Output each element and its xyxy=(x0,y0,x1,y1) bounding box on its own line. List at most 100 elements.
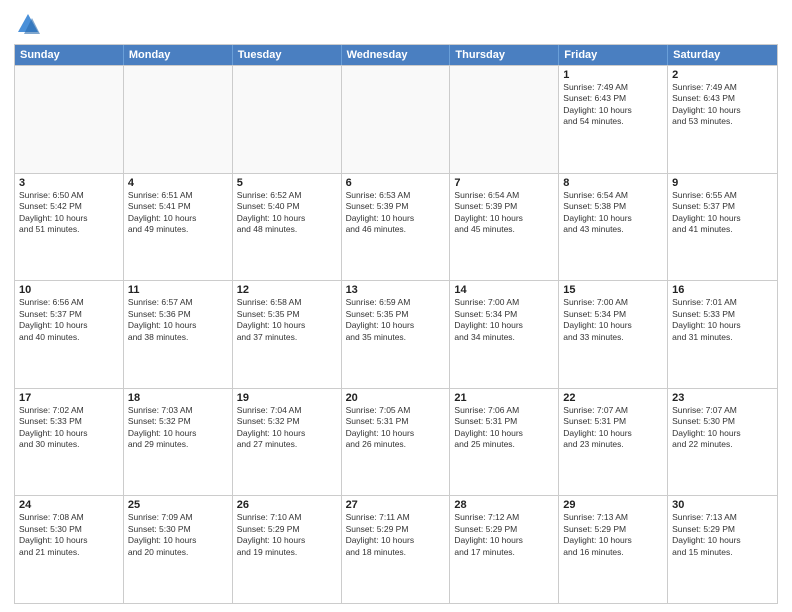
weekday-header: Monday xyxy=(124,45,233,65)
day-info: Sunrise: 6:56 AM Sunset: 5:37 PM Dayligh… xyxy=(19,297,119,343)
day-number: 10 xyxy=(19,284,119,296)
calendar-row: 1 Sunrise: 7:49 AM Sunset: 6:43 PM Daylig… xyxy=(15,65,777,173)
day-info: Sunrise: 7:00 AM Sunset: 5:34 PM Dayligh… xyxy=(454,297,554,343)
calendar-cell: 13Sunrise: 6:59 AM Sunset: 5:35 PM Dayli… xyxy=(342,281,451,388)
day-info: Sunrise: 7:02 AM Sunset: 5:33 PM Dayligh… xyxy=(19,405,119,451)
day-info: Sunrise: 7:13 AM Sunset: 5:29 PM Dayligh… xyxy=(672,512,773,558)
calendar-row: 3Sunrise: 6:50 AM Sunset: 5:42 PM Daylig… xyxy=(15,173,777,281)
day-number: 24 xyxy=(19,499,119,511)
calendar-cell: 28Sunrise: 7:12 AM Sunset: 5:29 PM Dayli… xyxy=(450,496,559,603)
day-number: 30 xyxy=(672,499,773,511)
day-number: 1 xyxy=(563,69,663,81)
page: SundayMondayTuesdayWednesdayThursdayFrid… xyxy=(0,0,792,612)
day-number: 26 xyxy=(237,499,337,511)
header xyxy=(14,10,778,38)
calendar-cell: 1Sunrise: 7:49 AM Sunset: 6:43 PM Daylig… xyxy=(559,66,668,173)
day-number: 8 xyxy=(563,177,663,189)
day-number: 19 xyxy=(237,392,337,404)
calendar-cell: 26Sunrise: 7:10 AM Sunset: 5:29 PM Dayli… xyxy=(233,496,342,603)
day-number: 21 xyxy=(454,392,554,404)
day-number: 12 xyxy=(237,284,337,296)
calendar-cell xyxy=(342,66,451,173)
calendar-row: 24Sunrise: 7:08 AM Sunset: 5:30 PM Dayli… xyxy=(15,495,777,603)
day-number: 7 xyxy=(454,177,554,189)
calendar-cell xyxy=(450,66,559,173)
day-info: Sunrise: 6:54 AM Sunset: 5:39 PM Dayligh… xyxy=(454,190,554,236)
calendar-cell: 9Sunrise: 6:55 AM Sunset: 5:37 PM Daylig… xyxy=(668,174,777,281)
calendar-cell: 27Sunrise: 7:11 AM Sunset: 5:29 PM Dayli… xyxy=(342,496,451,603)
calendar-cell: 21Sunrise: 7:06 AM Sunset: 5:31 PM Dayli… xyxy=(450,389,559,496)
day-number: 28 xyxy=(454,499,554,511)
weekday-header: Saturday xyxy=(668,45,777,65)
day-info: Sunrise: 7:09 AM Sunset: 5:30 PM Dayligh… xyxy=(128,512,228,558)
calendar-cell: 12Sunrise: 6:58 AM Sunset: 5:35 PM Dayli… xyxy=(233,281,342,388)
day-info: Sunrise: 6:57 AM Sunset: 5:36 PM Dayligh… xyxy=(128,297,228,343)
logo xyxy=(14,10,46,38)
calendar-cell: 11Sunrise: 6:57 AM Sunset: 5:36 PM Dayli… xyxy=(124,281,233,388)
day-info: Sunrise: 6:52 AM Sunset: 5:40 PM Dayligh… xyxy=(237,190,337,236)
weekday-header: Friday xyxy=(559,45,668,65)
calendar-cell: 24Sunrise: 7:08 AM Sunset: 5:30 PM Dayli… xyxy=(15,496,124,603)
calendar-cell: 19Sunrise: 7:04 AM Sunset: 5:32 PM Dayli… xyxy=(233,389,342,496)
day-number: 3 xyxy=(19,177,119,189)
logo-icon xyxy=(14,10,42,38)
weekday-header: Thursday xyxy=(450,45,559,65)
day-info: Sunrise: 7:01 AM Sunset: 5:33 PM Dayligh… xyxy=(672,297,773,343)
day-number: 25 xyxy=(128,499,228,511)
day-info: Sunrise: 6:53 AM Sunset: 5:39 PM Dayligh… xyxy=(346,190,446,236)
day-number: 27 xyxy=(346,499,446,511)
calendar-row: 10Sunrise: 6:56 AM Sunset: 5:37 PM Dayli… xyxy=(15,280,777,388)
day-info: Sunrise: 7:13 AM Sunset: 5:29 PM Dayligh… xyxy=(563,512,663,558)
day-number: 17 xyxy=(19,392,119,404)
weekday-header: Sunday xyxy=(15,45,124,65)
day-number: 9 xyxy=(672,177,773,189)
day-info: Sunrise: 7:11 AM Sunset: 5:29 PM Dayligh… xyxy=(346,512,446,558)
weekday-header: Tuesday xyxy=(233,45,342,65)
calendar-cell: 6Sunrise: 6:53 AM Sunset: 5:39 PM Daylig… xyxy=(342,174,451,281)
calendar-cell: 8Sunrise: 6:54 AM Sunset: 5:38 PM Daylig… xyxy=(559,174,668,281)
calendar-cell xyxy=(124,66,233,173)
day-info: Sunrise: 7:03 AM Sunset: 5:32 PM Dayligh… xyxy=(128,405,228,451)
calendar-cell xyxy=(233,66,342,173)
day-info: Sunrise: 7:07 AM Sunset: 5:30 PM Dayligh… xyxy=(672,405,773,451)
calendar-cell: 23Sunrise: 7:07 AM Sunset: 5:30 PM Dayli… xyxy=(668,389,777,496)
day-info: Sunrise: 6:54 AM Sunset: 5:38 PM Dayligh… xyxy=(563,190,663,236)
day-number: 16 xyxy=(672,284,773,296)
calendar-row: 17Sunrise: 7:02 AM Sunset: 5:33 PM Dayli… xyxy=(15,388,777,496)
day-info: Sunrise: 6:51 AM Sunset: 5:41 PM Dayligh… xyxy=(128,190,228,236)
weekday-header: Wednesday xyxy=(342,45,451,65)
calendar-cell: 10Sunrise: 6:56 AM Sunset: 5:37 PM Dayli… xyxy=(15,281,124,388)
calendar-cell: 20Sunrise: 7:05 AM Sunset: 5:31 PM Dayli… xyxy=(342,389,451,496)
day-info: Sunrise: 7:12 AM Sunset: 5:29 PM Dayligh… xyxy=(454,512,554,558)
calendar-cell: 3Sunrise: 6:50 AM Sunset: 5:42 PM Daylig… xyxy=(15,174,124,281)
calendar-cell: 25Sunrise: 7:09 AM Sunset: 5:30 PM Dayli… xyxy=(124,496,233,603)
day-info: Sunrise: 7:04 AM Sunset: 5:32 PM Dayligh… xyxy=(237,405,337,451)
calendar-cell: 22Sunrise: 7:07 AM Sunset: 5:31 PM Dayli… xyxy=(559,389,668,496)
day-number: 29 xyxy=(563,499,663,511)
day-number: 18 xyxy=(128,392,228,404)
day-info: Sunrise: 7:49 AM Sunset: 6:43 PM Dayligh… xyxy=(672,82,773,128)
day-number: 11 xyxy=(128,284,228,296)
calendar-body: 1 Sunrise: 7:49 AM Sunset: 6:43 PM Daylig… xyxy=(15,65,777,603)
calendar-cell: 30Sunrise: 7:13 AM Sunset: 5:29 PM Dayli… xyxy=(668,496,777,603)
calendar-cell: 7Sunrise: 6:54 AM Sunset: 5:39 PM Daylig… xyxy=(450,174,559,281)
day-number: 4 xyxy=(128,177,228,189)
day-info: Sunrise: 6:59 AM Sunset: 5:35 PM Dayligh… xyxy=(346,297,446,343)
day-number: 15 xyxy=(563,284,663,296)
calendar-cell: 29Sunrise: 7:13 AM Sunset: 5:29 PM Dayli… xyxy=(559,496,668,603)
day-info: Sunrise: 7:05 AM Sunset: 5:31 PM Dayligh… xyxy=(346,405,446,451)
day-number: 13 xyxy=(346,284,446,296)
day-number: 2 xyxy=(672,69,773,81)
calendar-header: SundayMondayTuesdayWednesdayThursdayFrid… xyxy=(15,45,777,65)
calendar-cell: 14Sunrise: 7:00 AM Sunset: 5:34 PM Dayli… xyxy=(450,281,559,388)
day-info: Sunrise: 7:07 AM Sunset: 5:31 PM Dayligh… xyxy=(563,405,663,451)
day-info: Sunrise: 7:08 AM Sunset: 5:30 PM Dayligh… xyxy=(19,512,119,558)
day-info: Sunrise: 6:50 AM Sunset: 5:42 PM Dayligh… xyxy=(19,190,119,236)
calendar-cell: 15Sunrise: 7:00 AM Sunset: 5:34 PM Dayli… xyxy=(559,281,668,388)
day-info: Sunrise: 7:06 AM Sunset: 5:31 PM Dayligh… xyxy=(454,405,554,451)
day-info: Sunrise: 6:58 AM Sunset: 5:35 PM Dayligh… xyxy=(237,297,337,343)
calendar-cell xyxy=(15,66,124,173)
calendar: SundayMondayTuesdayWednesdayThursdayFrid… xyxy=(14,44,778,604)
day-number: 6 xyxy=(346,177,446,189)
calendar-cell: 4Sunrise: 6:51 AM Sunset: 5:41 PM Daylig… xyxy=(124,174,233,281)
